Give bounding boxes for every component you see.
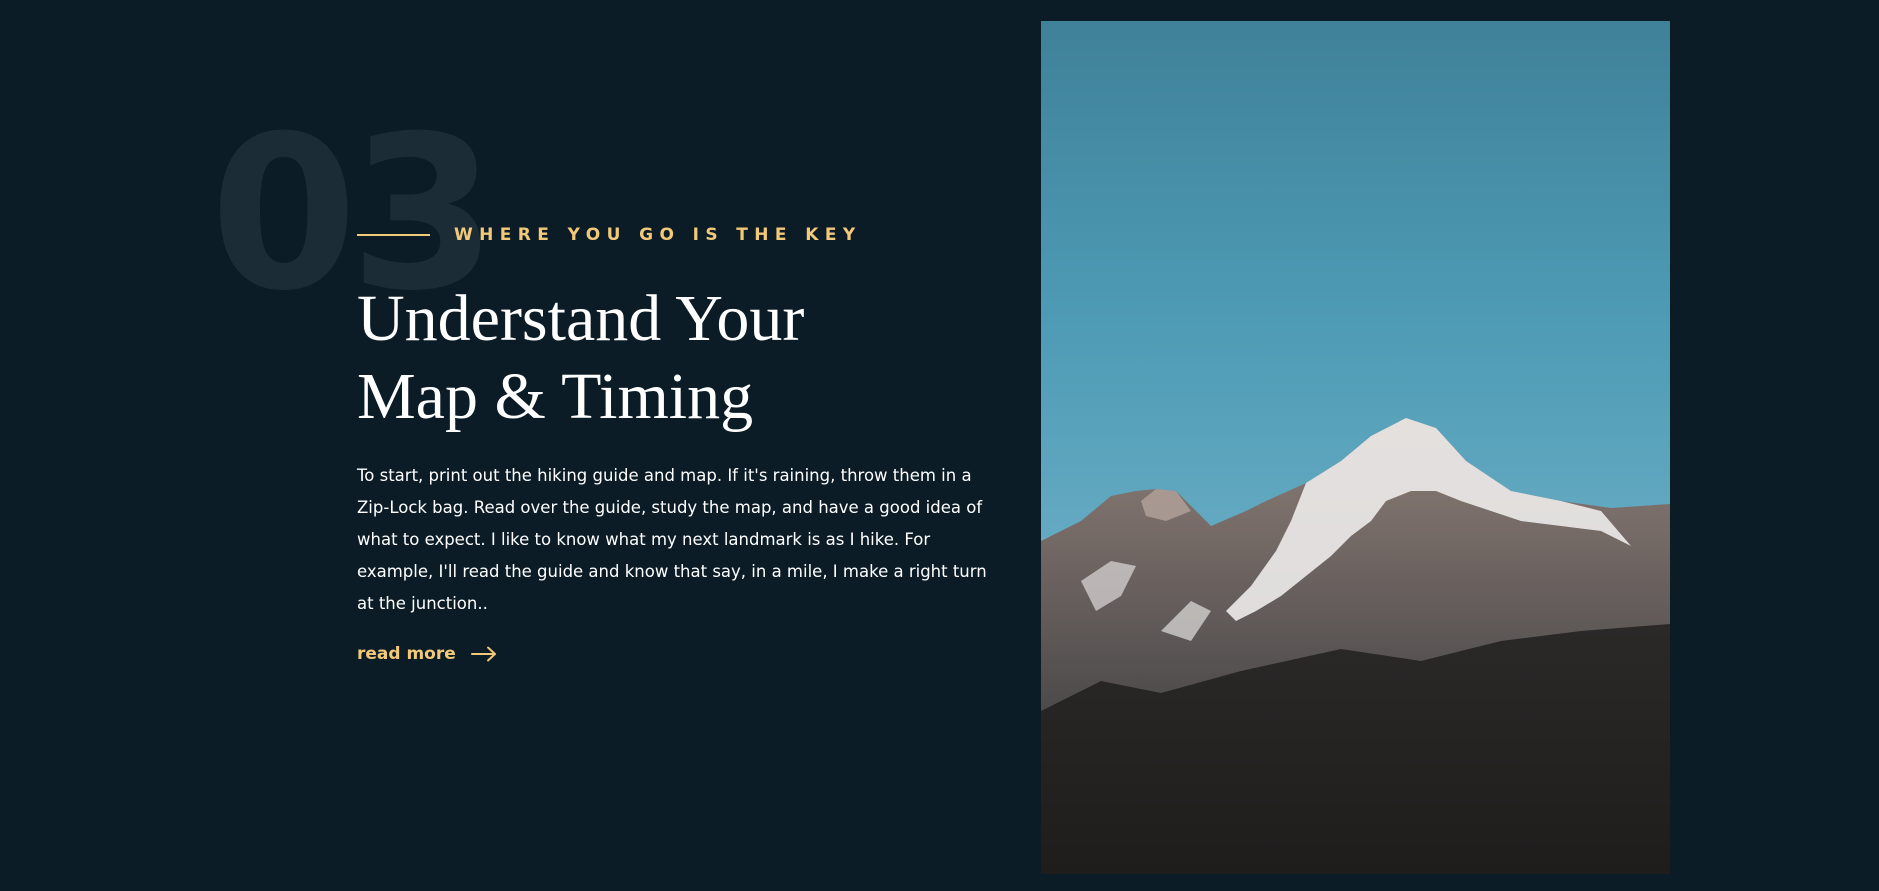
section-title-line-2: Map & Timing — [357, 360, 754, 433]
section-title-line-1: Understand Your — [357, 282, 805, 355]
arrow-right-icon — [470, 646, 496, 662]
read-more-label: read more — [357, 644, 456, 664]
feature-section: 03 WHERE YOU GO IS THE KEY Understand Yo… — [0, 0, 1879, 891]
section-body-text: To start, print out the hiking guide and… — [357, 466, 987, 613]
read-more-link[interactable]: read more — [357, 644, 497, 664]
mountain-photo — [1041, 21, 1670, 874]
eyebrow-divider — [357, 234, 430, 236]
mountain-photo-illustration — [1041, 21, 1670, 874]
section-title: Understand Your Map & Timing — [357, 280, 917, 436]
eyebrow-text: WHERE YOU GO IS THE KEY — [454, 225, 862, 245]
eyebrow: WHERE YOU GO IS THE KEY — [357, 222, 862, 248]
